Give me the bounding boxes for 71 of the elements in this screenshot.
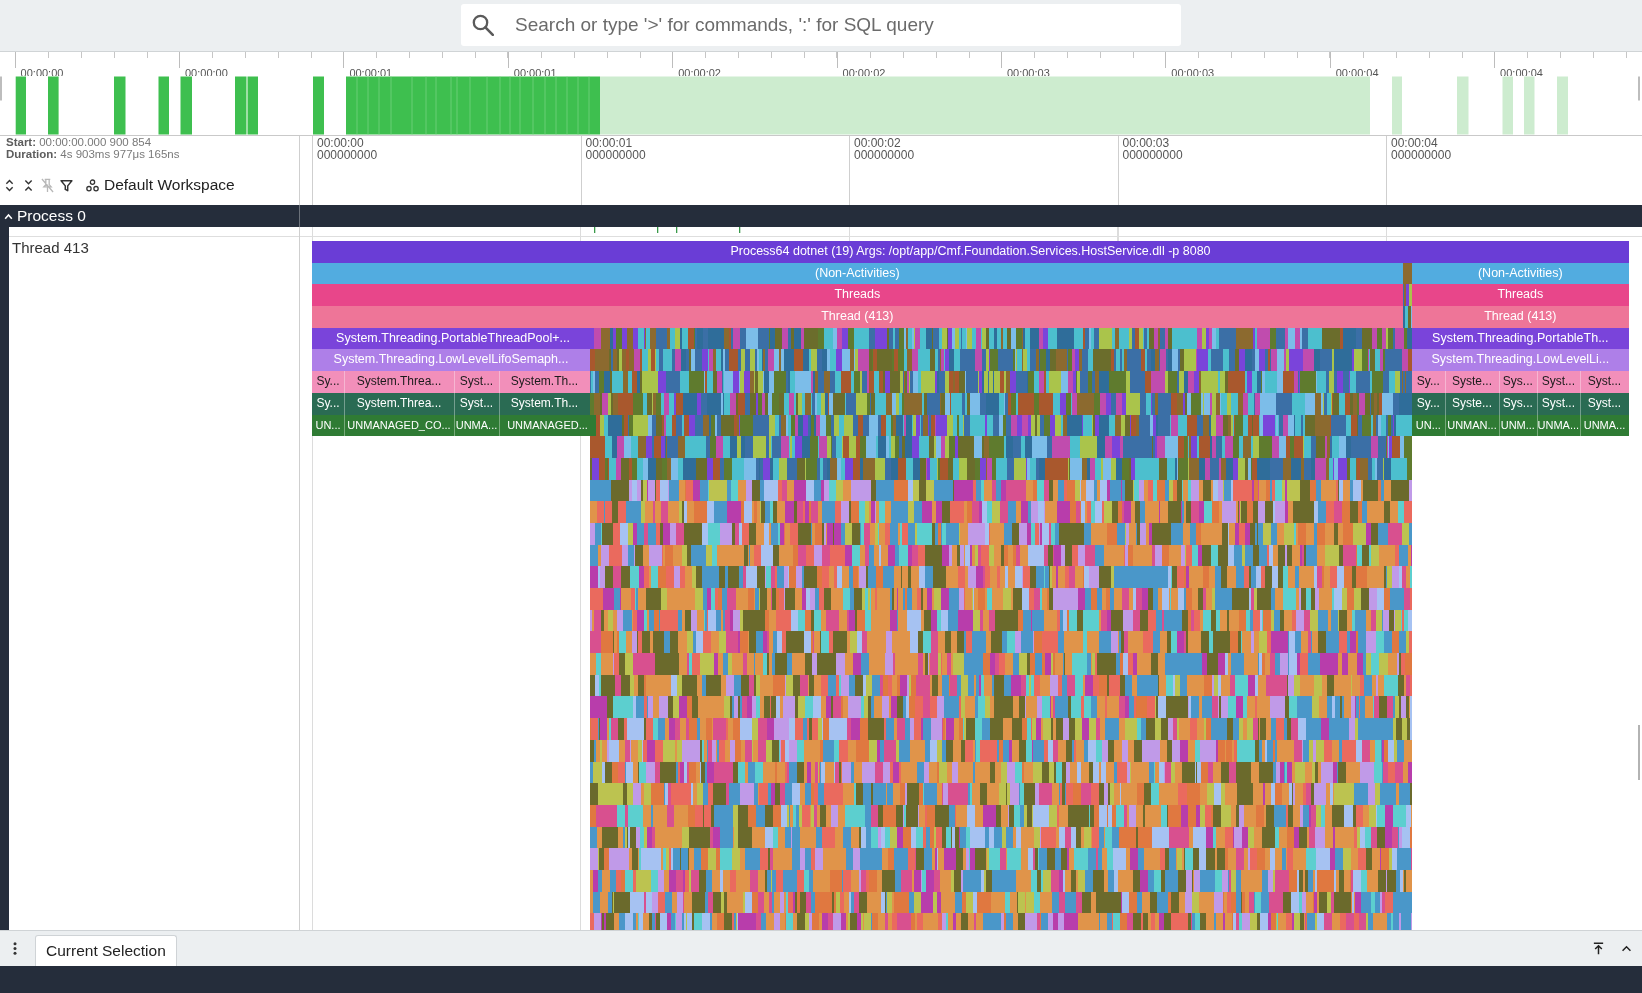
slice-tick [657, 227, 659, 233]
process-track-header[interactable]: Process 0 [0, 205, 1642, 227]
time-axis-label: 00:00:03 [1122, 137, 1170, 149]
arrow-to-top-icon [1591, 942, 1605, 955]
flame-slice[interactable]: System.Threa... [344, 392, 454, 415]
time-axis-sublabel: 000000000 [317, 149, 378, 161]
flame-slice[interactable]: UNMANAGED... [499, 414, 596, 437]
activity-bar [158, 76, 169, 135]
activity-bar [313, 76, 324, 135]
activity-bar [1524, 76, 1535, 135]
filter-icon [59, 178, 73, 192]
flame-slice[interactable]: Process64 dotnet (19) Args: /opt/app/Cmf.Foundation.Services.HostService.dll -p 8080 [312, 241, 1629, 263]
flame-slice[interactable]: System.Th... [499, 371, 590, 393]
time-axis-sublabel: 000000000 [1391, 149, 1452, 161]
flame-slice[interactable]: Syst... [1579, 371, 1629, 393]
activity-bar [15, 76, 26, 135]
time-axis-label: 00:00:02 [854, 137, 901, 149]
activity-bar [180, 76, 192, 135]
flame-slice[interactable]: System.Threa... [344, 371, 454, 393]
time-axis-label: 00:00:00 [317, 137, 364, 149]
slice-tick [739, 227, 741, 233]
time-axis-sublabel: 000000000 [585, 149, 646, 161]
search-icon [472, 14, 494, 36]
chevron-up-icon [1620, 945, 1632, 952]
track-name: Thread 413 [12, 239, 89, 256]
expand-all-icon [4, 178, 14, 192]
flame-slice[interactable]: Syst... [454, 392, 499, 415]
flame-slice[interactable]: Syste... [1445, 371, 1499, 393]
flame-slice[interactable]: Syst... [1536, 371, 1580, 393]
flame-slice[interactable]: System.Threading.PortableThreadPool+... [312, 327, 594, 350]
flame-slice[interactable]: Threads [1411, 284, 1629, 307]
workspace-button[interactable]: Default Workspace [84, 176, 237, 194]
search-field[interactable]: Search or type '>' for commands, ':' for SQL query [461, 4, 1181, 46]
dense-slices-drawing [1402, 262, 1412, 285]
window-handle[interactable] [0, 76, 2, 101]
trace-duration-text: Duration: 4s 903ms 977μs 165ns [6, 148, 180, 160]
flame-slice[interactable]: System.Threading.PortableTh... [1411, 327, 1629, 350]
flame-slice[interactable]: UNMA... [454, 414, 499, 437]
flame-slice[interactable]: Threads [312, 284, 1403, 307]
activity-bar [114, 76, 126, 135]
slice-tick [676, 227, 678, 233]
collapse-all-icon [23, 178, 33, 192]
kebab-menu-icon [13, 942, 17, 955]
flame-slice[interactable]: System.Th... [499, 392, 590, 415]
scrollbar-thumb[interactable] [1638, 725, 1640, 780]
activity-bar [1457, 76, 1469, 135]
panel-tab[interactable]: Current Selection [35, 935, 177, 966]
time-axis-sublabel: 000000000 [1122, 149, 1183, 161]
dense-slices-drawing [1402, 284, 1412, 307]
crossed-pin-icon [40, 177, 54, 193]
flame-slice[interactable]: Sy... [312, 392, 344, 415]
slice-tick [594, 227, 596, 233]
window-handle[interactable] [1638, 76, 1640, 101]
flame-slice[interactable]: Sy... [312, 371, 344, 393]
activity-bar [1502, 76, 1513, 135]
time-axis-label: 00:00:04 [1391, 137, 1438, 149]
flame-slice[interactable]: Sys... [1499, 371, 1537, 393]
time-axis-label: 00:00:01 [585, 137, 633, 149]
flame-slice[interactable]: UN... [312, 414, 344, 437]
activity-bar [48, 76, 59, 135]
flame-slice[interactable]: Sy... [1411, 371, 1445, 393]
activity-bar [1392, 76, 1402, 135]
process-name: Process 0 [17, 207, 86, 225]
flame-slice[interactable]: UNMANAGED_CO... [344, 414, 454, 437]
time-axis-sublabel: 000000000 [854, 149, 915, 161]
activity-bar [235, 76, 247, 135]
trace-start-text: Start: 00:00:00.000 900 854 [6, 137, 152, 149]
activity-bar [247, 76, 258, 135]
flame-slice[interactable]: Syst... [454, 371, 499, 393]
activity-bar [1557, 76, 1568, 135]
workspace-icon [86, 178, 99, 192]
